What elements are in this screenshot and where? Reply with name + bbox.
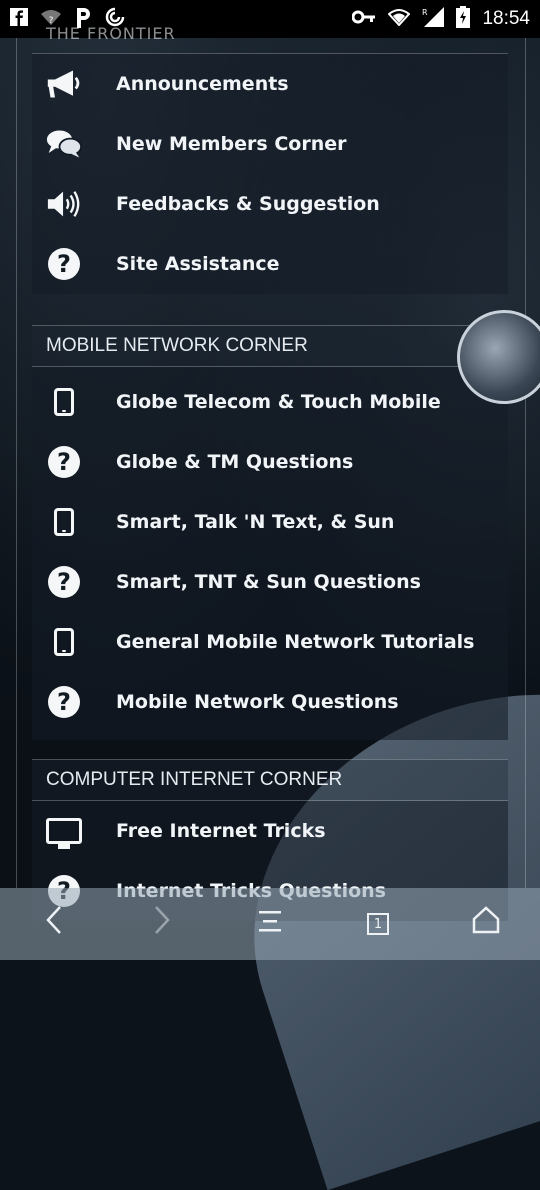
home-icon[interactable] [456, 906, 516, 942]
forum-item-smart-tnt-sun-questions[interactable]: ? Smart, TNT & Sun Questions [32, 552, 508, 612]
facebook-icon [10, 8, 28, 30]
signal-icon: R [422, 7, 445, 31]
forum-item-free-internet-tricks[interactable]: Free Internet Tricks [32, 801, 508, 861]
forum-item-label: Smart, TNT & Sun Questions [116, 571, 421, 593]
forum-item-mobile-network-questions[interactable]: ? Mobile Network Questions [32, 672, 508, 732]
monitor-icon [46, 813, 82, 849]
forum-item-label: Smart, Talk 'N Text, & Sun [116, 511, 395, 533]
forum-item-label: Globe Telecom & Touch Mobile [116, 391, 441, 413]
section-the-frontier: Announcements New Members Corner Feedbac… [32, 53, 508, 294]
forum-item-label: Announcements [116, 73, 289, 95]
forum-item-label: General Mobile Network Tutorials [116, 631, 475, 653]
forum-item-new-members-corner[interactable]: New Members Corner [32, 114, 508, 174]
section-heading-cut: THE FRONTIER [46, 24, 176, 43]
forum-item-feedbacks[interactable]: Feedbacks & Suggestion [32, 174, 508, 234]
section-mobile-network-corner: MOBILE NETWORK CORNER Globe Telecom & To… [32, 325, 508, 740]
forum-item-smart-tnt-sun[interactable]: Smart, Talk 'N Text, & Sun [32, 492, 508, 552]
forum-item-label: Site Assistance [116, 253, 280, 275]
forum-item-label: Mobile Network Questions [116, 691, 399, 713]
tablet-icon [46, 624, 82, 660]
forum-item-globe-tm-questions[interactable]: ? Globe & TM Questions [32, 432, 508, 492]
forum-item-site-assistance[interactable]: ? Site Assistance [32, 234, 508, 294]
question-icon: ? [46, 684, 82, 720]
back-icon[interactable] [24, 905, 84, 943]
status-time: 18:54 [482, 8, 530, 29]
floating-avatar[interactable] [457, 310, 540, 404]
wifi-icon [387, 8, 411, 30]
question-icon: ? [46, 444, 82, 480]
key-icon [351, 10, 376, 28]
tablet-icon [46, 384, 82, 420]
tabs-icon[interactable]: 1 [348, 913, 408, 935]
browser-bottom-bar: 1 [0, 888, 540, 960]
question-icon: ? [46, 564, 82, 600]
speaker-icon [46, 186, 82, 222]
forum-item-label: Free Internet Tricks [116, 820, 326, 842]
question-icon: ? [46, 246, 82, 282]
svg-text:R: R [422, 8, 428, 17]
forum-item-globe-telecom[interactable]: Globe Telecom & Touch Mobile [32, 372, 508, 432]
menu-icon[interactable] [240, 907, 300, 942]
section-header: COMPUTER INTERNET CORNER [32, 759, 508, 801]
forum-item-general-mobile-tutorials[interactable]: General Mobile Network Tutorials [32, 612, 508, 672]
battery-icon [456, 6, 471, 32]
tablet-icon [46, 504, 82, 540]
tab-count: 1 [367, 913, 389, 935]
section-header: MOBILE NETWORK CORNER [32, 325, 508, 367]
forum-item-label: Globe & TM Questions [116, 451, 354, 473]
megaphone-icon [46, 66, 82, 102]
forum-item-label: Feedbacks & Suggestion [116, 193, 380, 215]
chat-bubbles-icon [46, 126, 82, 162]
forum-item-label: New Members Corner [116, 133, 347, 155]
forward-icon[interactable] [132, 905, 192, 943]
forum-item-announcements[interactable]: Announcements [32, 54, 508, 114]
